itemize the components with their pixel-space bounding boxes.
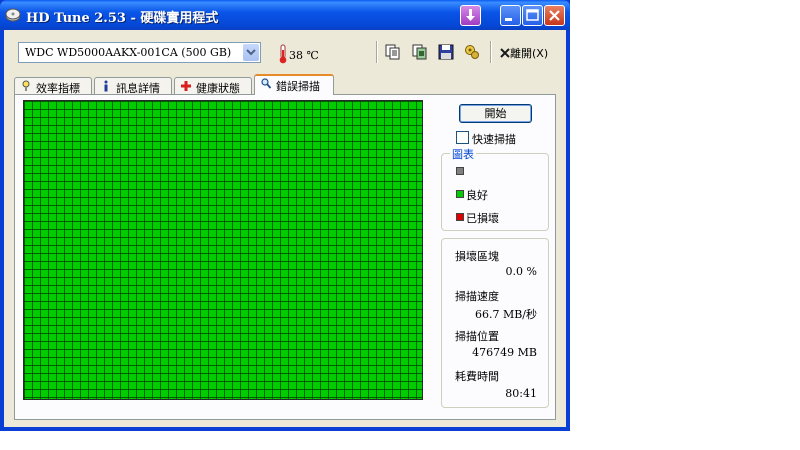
scan-block-map [23, 100, 423, 400]
temperature-readout: 38 ℃ [289, 49, 319, 62]
exit-button[interactable]: 離開(X) [500, 45, 548, 61]
down-arrow-icon [466, 9, 475, 21]
damaged-blocks-label: 損壞區塊 [455, 250, 499, 263]
info-icon [104, 80, 108, 92]
exit-label: 離開(X) [510, 47, 549, 60]
save-icon[interactable] [437, 43, 455, 61]
scan-speed-value: 66.7 MB/秒 [474, 308, 537, 321]
drive-dropdown-value: WDC WD5000AAKX-001CA (500 GB) [25, 46, 232, 59]
drive-dropdown[interactable]: WDC WD5000AAKX-001CA (500 GB) [18, 42, 261, 63]
minimize-icon [505, 18, 512, 21]
scan-position-value: 476749 MB [472, 346, 537, 359]
copy-screenshot-icon[interactable] [411, 43, 429, 61]
toolbar-separator [376, 41, 378, 63]
tab-error-scan[interactable]: 錯誤掃描 [254, 74, 334, 95]
magnifier-icon [261, 78, 271, 89]
legend-swatch-unscanned [456, 167, 464, 175]
legend-group: 圖表 良好 已損壞 [441, 146, 549, 231]
elapsed-time-value: 80:41 [505, 387, 537, 400]
scan-speed-label: 掃描速度 [455, 290, 499, 303]
minimize-button[interactable] [500, 5, 521, 26]
start-button[interactable]: 開始 [459, 104, 532, 123]
legend-title: 圖表 [450, 146, 476, 162]
health-cross-icon [181, 81, 191, 91]
hd-tune-app-icon [5, 8, 21, 22]
legend-swatch-damaged [456, 213, 464, 221]
tab-label: 錯誤掃描 [276, 80, 320, 93]
copy-text-icon[interactable] [384, 43, 402, 61]
damaged-blocks-value: 0.0 % [505, 265, 537, 278]
close-icon [549, 10, 560, 21]
close-icon [500, 48, 510, 58]
scan-position-label: 掃描位置 [455, 330, 499, 343]
app-window: HD Tune 2.53 - 硬碟實用程式 WDC WD5000AAKX-001… [0, 0, 570, 431]
chevron-down-icon [246, 49, 256, 56]
benchmark-icon [22, 80, 30, 91]
thermometer-icon [279, 44, 287, 64]
tab-benchmark[interactable]: 效率指標 [14, 77, 92, 95]
maximize-button[interactable] [522, 5, 543, 26]
error-scan-panel: 開始 快速掃描 圖表 良好 已損壞 損壞區塊 0.0 % 掃描速度 66.7 M… [14, 94, 556, 420]
maximize-icon [526, 9, 539, 21]
tab-health[interactable]: 健康狀態 [174, 77, 252, 95]
quick-scan-label: 快速掃描 [472, 133, 516, 146]
legend-swatch-good [456, 190, 464, 198]
legend-label-good: 良好 [466, 189, 488, 202]
toolbar-separator [490, 41, 492, 63]
window-title: HD Tune 2.53 - 硬碟實用程式 [26, 11, 219, 26]
close-button[interactable] [544, 5, 565, 26]
legend-label-damaged: 已損壞 [466, 212, 499, 225]
options-icon[interactable] [463, 43, 481, 61]
quick-scan-checkbox[interactable] [456, 131, 469, 144]
scan-stats-group: 損壞區塊 0.0 % 掃描速度 66.7 MB/秒 掃描位置 476749 MB… [441, 238, 549, 408]
dropdown-arrow-button[interactable] [243, 44, 259, 61]
elapsed-time-label: 耗費時間 [455, 370, 499, 383]
tab-info[interactable]: 訊息詳情 [94, 77, 172, 95]
window-client-area: WDC WD5000AAKX-001CA (500 GB) 38 ℃ 離開(X)… [4, 30, 566, 427]
download-button[interactable] [460, 5, 481, 26]
title-bar[interactable]: HD Tune 2.53 - 硬碟實用程式 [0, 0, 570, 30]
